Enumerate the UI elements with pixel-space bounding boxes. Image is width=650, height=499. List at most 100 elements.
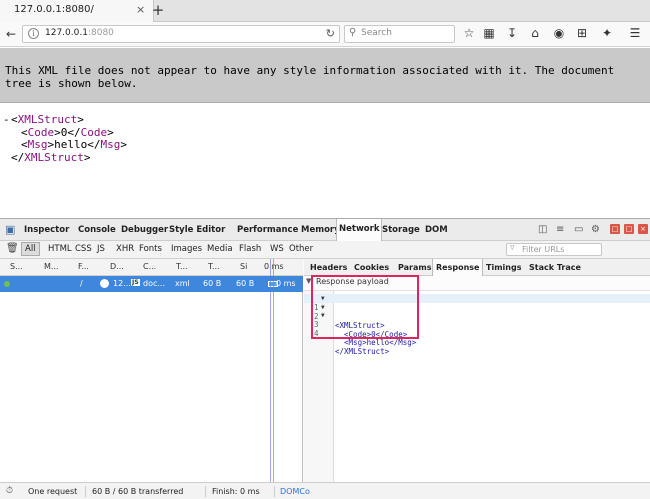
filter-media[interactable]: Media [207, 244, 233, 254]
tab-network[interactable]: Network [336, 219, 383, 241]
xml-text: > [83, 150, 91, 164]
split-console-icon[interactable]: ◫ [538, 224, 547, 235]
tab-timings[interactable]: Timings [486, 263, 521, 272]
filter-urls-input[interactable]: ▿ Filter URLs [506, 243, 602, 256]
funnel-icon: ▿ [510, 243, 515, 253]
cell-timeline: 0 ms [276, 279, 296, 288]
search-input[interactable]: ⚲ Search [344, 25, 455, 43]
devtools-panel: ▣ Inspector Console Debugger Style Edito… [0, 218, 650, 499]
table-row[interactable]: / 12... JS doc... xml 60 B 60 B 0 ms [0, 276, 303, 292]
undock-icon[interactable]: □ [624, 224, 634, 234]
xml-tag-name: Code [27, 125, 55, 139]
annotation-highlight-box [311, 275, 419, 339]
element-picker-icon[interactable]: ▣ [5, 223, 15, 236]
xml-tag-name: Msg [100, 138, 121, 151]
filter-html[interactable]: HTML [48, 244, 72, 254]
col-status[interactable]: S... [10, 262, 23, 271]
network-filter-bar: 🗑 All HTML CSS JS XHR Fonts Images Media… [0, 241, 650, 259]
status-dot [4, 281, 10, 287]
finish-time: Finish: 0 ms [212, 487, 260, 496]
screenshot-icon[interactable]: ⊞ [575, 26, 589, 40]
menu-icon[interactable]: ☰ [628, 26, 642, 40]
tab-params[interactable]: Params [398, 263, 432, 272]
tab-title: 127.0.0.1:8080/ [14, 4, 94, 15]
cell-domain: 12... [113, 279, 131, 288]
filter-placeholder: Filter URLs [522, 245, 565, 254]
tab-dom[interactable]: DOM [425, 225, 448, 235]
filter-fonts[interactable]: Fonts [139, 244, 162, 254]
dom-content-loaded: DOMCo [280, 487, 310, 496]
xml-text: </ [87, 138, 101, 151]
url-bar[interactable]: i 127.0.0.1:8080 ↻ [22, 25, 340, 43]
pocket-icon[interactable]: ◉ [552, 26, 566, 40]
col-method[interactable]: M... [44, 262, 59, 271]
collapse-toggle[interactable]: - [3, 113, 10, 127]
xml-tag-name: Msg [27, 138, 48, 151]
tab-cookies[interactable]: Cookies [354, 263, 389, 272]
divider [274, 486, 275, 497]
filter-other[interactable]: Other [289, 244, 313, 254]
tab-console[interactable]: Console [78, 225, 116, 235]
filter-css[interactable]: CSS [75, 244, 92, 254]
clear-trash-icon[interactable]: 🗑 [6, 243, 19, 254]
cell-file: / [80, 279, 83, 288]
download-icon[interactable]: ↧ [505, 26, 519, 40]
requests-table: S... M... F... D... C... T... T... Si 0 … [0, 259, 303, 482]
browser-tab[interactable]: 127.0.0.1:8080/ × [0, 0, 154, 22]
divider [85, 486, 86, 497]
dock-side-icon[interactable]: □ [610, 224, 620, 234]
col-size[interactable]: Si [240, 262, 247, 271]
extension-icon[interactable]: ✦ [600, 26, 614, 40]
info-icon[interactable]: i [28, 28, 39, 39]
filter-images[interactable]: Images [171, 244, 202, 254]
col-domain[interactable]: D... [110, 262, 124, 271]
col-cause[interactable]: C... [143, 262, 156, 271]
url-host: 127.0.0.1 [45, 28, 88, 38]
tab-headers[interactable]: Headers [310, 263, 347, 272]
dom-content-loaded-marker [270, 259, 271, 482]
url-port: :8080 [87, 28, 114, 38]
tab-inspector[interactable]: Inspector [24, 225, 69, 235]
url-text: 127.0.0.1:8080 [45, 28, 114, 38]
bookmark-star-icon[interactable]: ☆ [462, 26, 476, 40]
filter-ws[interactable]: WS [270, 244, 284, 254]
tab-response[interactable]: Response [432, 259, 484, 276]
xml-text: > [77, 113, 84, 126]
tab-debugger[interactable]: Debugger [121, 225, 168, 235]
xml-line: </XMLStruct> [0, 150, 127, 165]
tab-memory[interactable]: Memory [301, 225, 340, 235]
xml-text: </ [11, 150, 25, 164]
col-file[interactable]: F... [78, 262, 89, 271]
cell-transferred: 60 B [203, 279, 222, 288]
reading-list-icon[interactable]: ▦ [482, 26, 496, 40]
xml-text: > [54, 125, 61, 139]
requests-header: S... M... F... D... C... T... T... Si 0 … [0, 259, 303, 276]
new-tab-button[interactable]: + [150, 1, 166, 19]
code-text: </XMLStruct> [335, 346, 390, 356]
cell-size: 60 B [236, 279, 255, 288]
load-marker [273, 259, 274, 482]
home-icon[interactable]: ⌂ [528, 26, 542, 40]
request-count: One request [28, 487, 78, 496]
close-devtools-icon[interactable]: × [638, 224, 648, 234]
performance-analysis-icon[interactable]: ⏱ [6, 486, 13, 496]
tab-performance[interactable]: Performance [237, 225, 298, 235]
scratchpad-icon[interactable]: ▭ [574, 224, 583, 235]
settings-gear-icon[interactable]: ⚙ [591, 224, 600, 235]
tab-stack-trace[interactable]: Stack Trace [529, 263, 581, 272]
close-tab-icon[interactable]: × [136, 3, 145, 16]
filter-flash[interactable]: Flash [239, 244, 261, 254]
filter-xhr[interactable]: XHR [116, 244, 134, 254]
xml-tag-name: XMLStruct [17, 113, 78, 126]
responsive-mode-icon[interactable]: ≡ [556, 224, 564, 235]
tab-storage[interactable]: Storage [382, 225, 420, 235]
xml-text: </ [67, 125, 81, 139]
back-arrow-icon[interactable]: ← [6, 27, 16, 41]
filter-js[interactable]: JS [97, 244, 105, 254]
filter-all[interactable]: All [21, 242, 40, 256]
tab-style-editor[interactable]: Style Editor [169, 225, 225, 235]
col-transferred[interactable]: T... [208, 262, 220, 271]
search-placeholder: Search [361, 28, 392, 38]
reload-icon[interactable]: ↻ [326, 27, 335, 40]
col-type[interactable]: T... [176, 262, 188, 271]
